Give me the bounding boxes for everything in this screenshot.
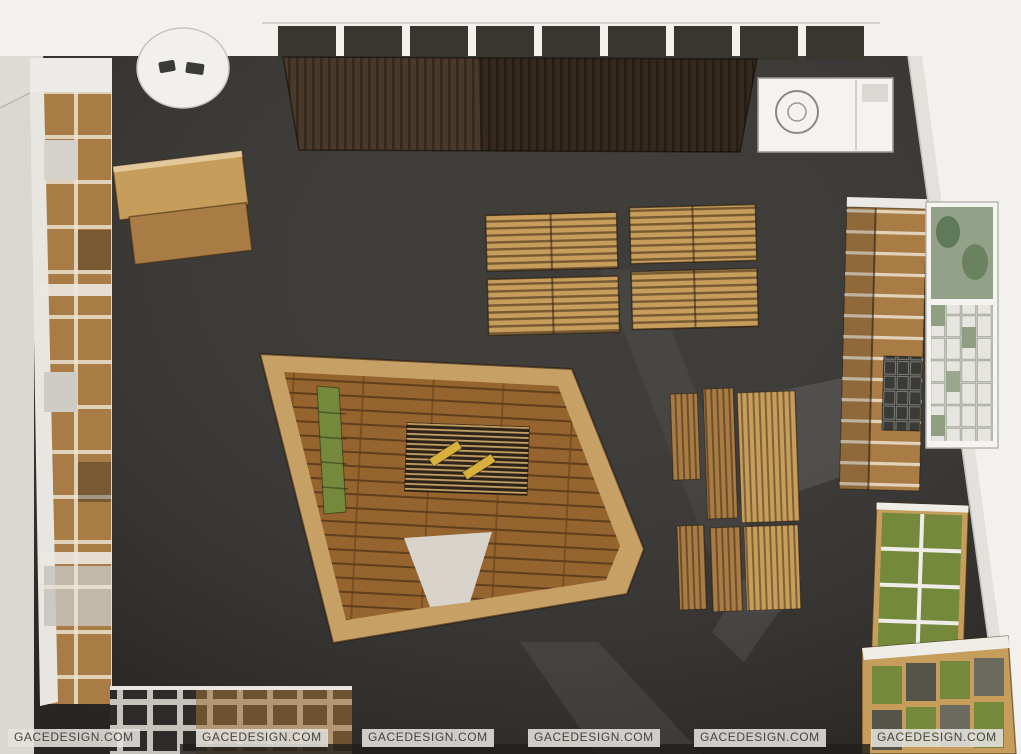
slatted-bench xyxy=(737,391,800,523)
shelving-top xyxy=(30,58,112,96)
dark-crate xyxy=(882,356,922,431)
canopy-shadow xyxy=(478,58,757,152)
skylight-pane xyxy=(608,26,666,60)
watermark-text: GACEDESIGN.COM xyxy=(528,729,660,747)
interior-render: GACEDESIGN.COM GACEDESIGN.COM GACEDESIGN… xyxy=(0,0,1021,754)
slatted-table xyxy=(486,212,618,271)
slatted-bench xyxy=(703,388,738,519)
slatted-bench xyxy=(710,527,743,612)
right-shelf xyxy=(839,197,927,491)
skylight-pane xyxy=(476,26,534,60)
skylight-pane xyxy=(344,26,402,60)
skylight-pane xyxy=(542,26,600,60)
watermark-text: GACEDESIGN.COM xyxy=(871,729,1003,747)
watermark-text: GACEDESIGN.COM xyxy=(694,729,826,747)
wall-poster xyxy=(926,202,998,448)
slatted-bench xyxy=(744,525,801,611)
skylight-row xyxy=(278,26,864,60)
dark-cell xyxy=(78,462,111,502)
slatted-bench xyxy=(670,393,700,480)
watermark-text: GACEDESIGN.COM xyxy=(196,729,328,747)
slatted-table xyxy=(487,276,619,335)
slatted-bench xyxy=(677,525,707,610)
slatted-canopy xyxy=(283,57,757,152)
left-shelving xyxy=(30,58,112,706)
shelf-divider xyxy=(40,552,112,564)
shelf-divider xyxy=(40,284,112,296)
green-locker-upper xyxy=(871,502,968,661)
empty-cell xyxy=(44,140,77,180)
slatted-table xyxy=(631,268,758,329)
skylight-pane xyxy=(674,26,732,60)
skylight-pane xyxy=(806,26,864,60)
dark-cell xyxy=(78,230,111,270)
watermark-text: GACEDESIGN.COM xyxy=(362,729,494,747)
corner-desk xyxy=(113,151,254,266)
skylight-pane xyxy=(740,26,798,60)
empty-cell xyxy=(44,372,77,412)
skylight-pane xyxy=(410,26,468,60)
round-fixture xyxy=(137,28,229,108)
slatted-table xyxy=(629,204,756,263)
display-table xyxy=(405,423,529,495)
skylight-pane xyxy=(278,26,336,60)
render-canvas xyxy=(0,0,1021,754)
watermark-text: GACEDESIGN.COM xyxy=(8,729,140,747)
ac-unit xyxy=(758,78,893,152)
